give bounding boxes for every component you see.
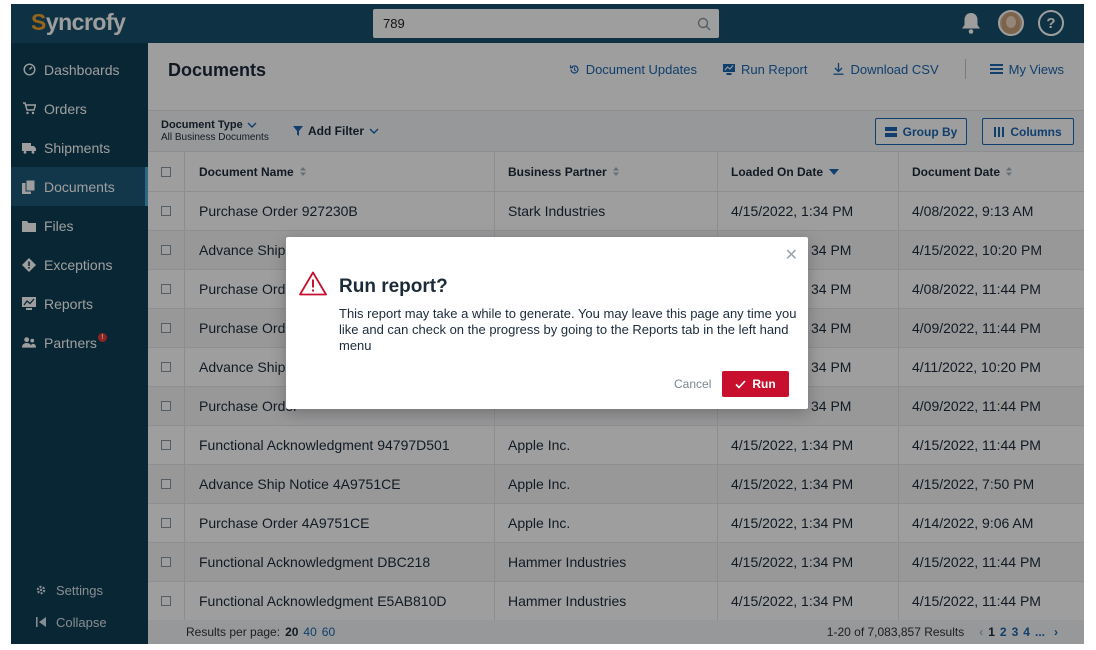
run-button[interactable]: Run bbox=[722, 371, 789, 397]
dialog-message: This report may take a while to generate… bbox=[339, 306, 797, 353]
app-window: Syncrofy 789 ? Dashboards Orders Shipmen… bbox=[11, 4, 1084, 644]
cancel-button[interactable]: Cancel bbox=[674, 377, 711, 391]
check-icon bbox=[735, 379, 746, 389]
run-report-dialog: ✕ Run report? This report may take a whi… bbox=[286, 237, 808, 409]
warning-icon bbox=[299, 271, 327, 296]
close-icon[interactable]: ✕ bbox=[785, 245, 798, 265]
run-button-label: Run bbox=[752, 377, 776, 391]
dialog-title: Run report? bbox=[339, 276, 448, 297]
